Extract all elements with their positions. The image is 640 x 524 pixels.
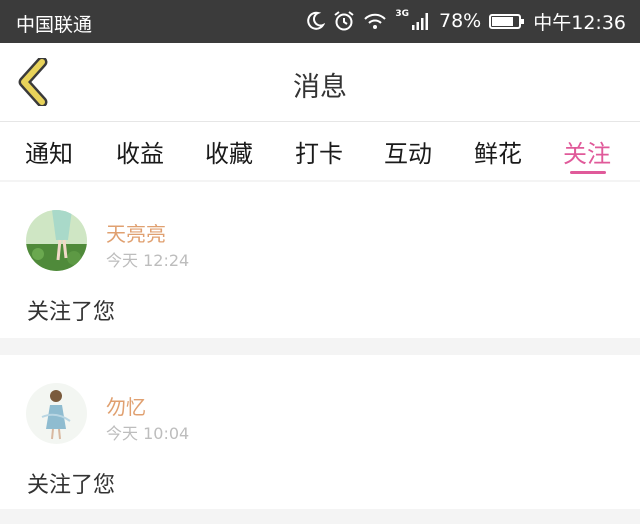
battery-icon <box>489 13 525 29</box>
tab-interactions[interactable]: 互动 <box>384 134 432 169</box>
message-text: 关注了您 <box>27 473 116 498</box>
battery-fill <box>492 16 513 26</box>
wifi-icon <box>363 11 387 31</box>
active-tab-indicator <box>570 171 606 174</box>
username[interactable]: 勿忆 <box>106 391 146 420</box>
network-type: 3G <box>395 9 409 19</box>
clock: 中午12:36 <box>533 11 626 34</box>
message-card[interactable]: 勿忆 今天 10:04 关注了您 <box>0 355 640 509</box>
signal-icon <box>411 11 431 31</box>
status-bar: 中国联通 3G 78% 中午12:36 <box>0 0 640 43</box>
alarm-icon <box>333 10 355 32</box>
tab-flowers[interactable]: 鲜花 <box>474 134 522 169</box>
header-bar: 消息 <box>0 43 640 122</box>
message-text: 关注了您 <box>27 300 116 325</box>
timestamp: 今天 10:04 <box>106 424 190 443</box>
tab-earnings[interactable]: 收益 <box>116 134 164 169</box>
moon-icon <box>305 11 326 31</box>
message-card[interactable]: 天亮亮 今天 12:24 关注了您 <box>0 182 640 338</box>
avatar[interactable] <box>26 383 87 444</box>
timestamp: 今天 12:24 <box>106 251 190 270</box>
avatar[interactable] <box>26 210 87 271</box>
tab-notifications[interactable]: 通知 <box>25 134 73 169</box>
carrier-name: 中国联通 <box>16 14 93 36</box>
tab-following[interactable]: 关注 <box>563 134 611 169</box>
tab-bar: 通知 收益 收藏 打卡 互动 鲜花 关注 <box>0 122 640 180</box>
battery-percent: 78% <box>439 10 482 32</box>
page-title: 消息 <box>293 72 347 103</box>
tab-checkin[interactable]: 打卡 <box>295 134 343 169</box>
status-icons: 3G 78% 中午12:36 <box>305 8 626 34</box>
tab-favorites[interactable]: 收藏 <box>205 134 253 169</box>
username[interactable]: 天亮亮 <box>106 218 166 247</box>
